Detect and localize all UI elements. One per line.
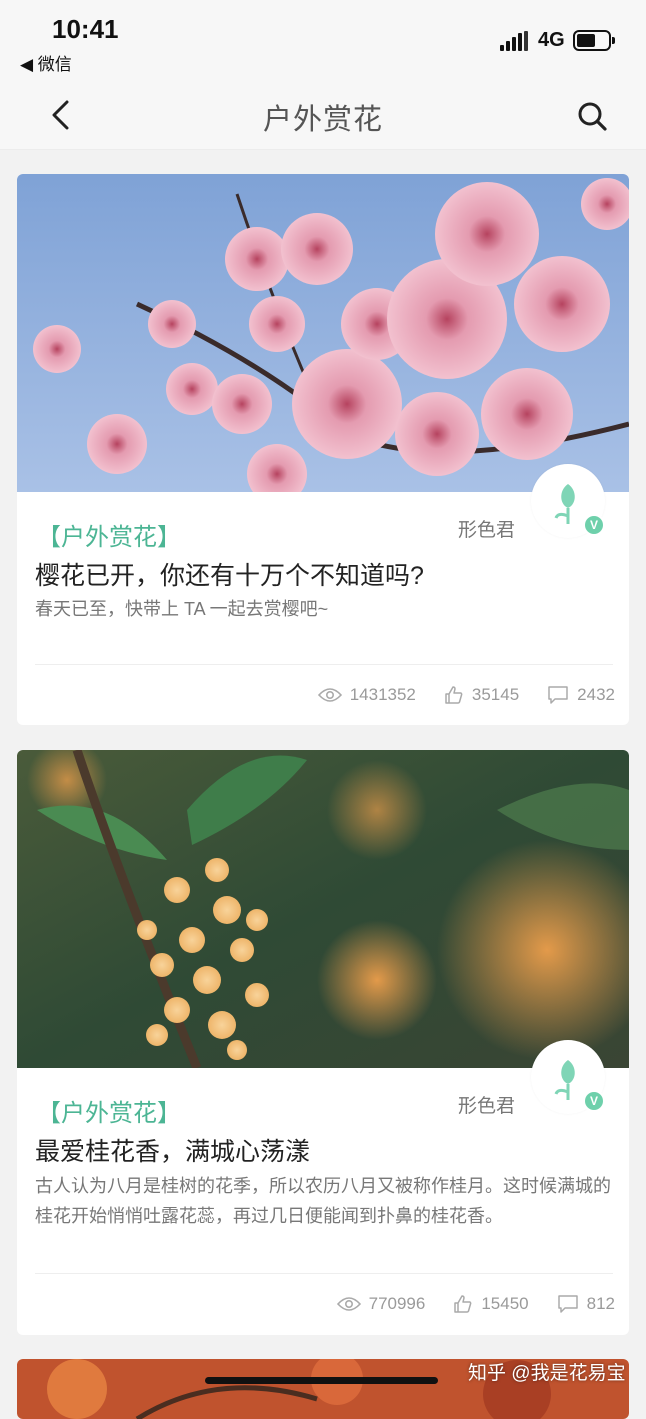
article-description: 古人认为八月是桂树的花季，所以农历八月又被称作桂月。这时候满城的桂花开始悄悄吐露… [35, 1176, 611, 1226]
article-stats: 1431352 35145 2432 [290, 682, 615, 708]
cherry-blossom-cover-image [17, 174, 629, 492]
views-stat: 770996 [336, 1294, 426, 1314]
battery-icon [573, 30, 615, 51]
article-description: 春天已至，快带上 TA 一起去赏樱吧~ [35, 599, 329, 619]
search-icon[interactable] [572, 96, 612, 136]
article-card[interactable]: V 【户外赏花】 形色君 最爱桂花香，满城心荡漾 古人认为八月是桂树的花季，所以… [17, 750, 629, 1335]
article-card[interactable]: V 【户外赏花】 形色君 樱花已开，你还有十万个不知道吗? 春天已至，快带上 T… [17, 174, 629, 725]
comments-count: 812 [586, 1294, 615, 1313]
thumbs-up-icon [454, 1295, 472, 1313]
likes-count: 35145 [471, 685, 520, 704]
author-name[interactable]: 形色君 [458, 515, 515, 542]
category-tag[interactable]: 【户外赏花】 [37, 1093, 181, 1128]
divider [35, 664, 613, 665]
views-stat: 1431352 [317, 685, 416, 705]
views-count: 770996 [368, 1294, 426, 1313]
comments-count: 2432 [577, 685, 615, 704]
status-bar: 10:41 ◀ 微信 4G [0, 0, 646, 84]
verified-badge: V [583, 514, 605, 536]
signal-icon [500, 31, 530, 51]
comment-icon [557, 1295, 578, 1313]
likes-count: 15450 [481, 1294, 529, 1313]
author-name[interactable]: 形色君 [458, 1091, 515, 1118]
comments-stat[interactable]: 2432 [547, 685, 615, 705]
comment-icon [548, 686, 568, 704]
eye-icon [336, 1297, 361, 1311]
status-time: 10:41 [52, 14, 119, 44]
back-to-wechat-link[interactable]: ◀ 微信 [20, 50, 72, 75]
likes-stat[interactable]: 35145 [444, 685, 519, 705]
network-type: 4G [538, 29, 565, 51]
verified-badge: V [583, 1090, 605, 1112]
page-title: 户外赏花 [262, 104, 383, 136]
category-tag[interactable]: 【户外赏花】 [37, 517, 181, 552]
views-count: 1431352 [349, 685, 416, 704]
article-title[interactable]: 最爱桂花香，满城心荡漾 [35, 1132, 310, 1168]
navigation-bar: 户外赏花 [0, 84, 646, 150]
thumbs-up-icon [445, 686, 463, 704]
divider [35, 1273, 613, 1274]
article-stats: 770996 15450 812 [309, 1291, 615, 1317]
likes-stat[interactable]: 15450 [453, 1294, 529, 1314]
comments-stat[interactable]: 812 [557, 1294, 615, 1314]
article-title[interactable]: 樱花已开，你还有十万个不知道吗? [35, 556, 424, 592]
eye-icon [317, 688, 342, 702]
home-indicator[interactable] [205, 1377, 438, 1384]
osmanthus-cover-image [17, 750, 629, 1068]
zhihu-watermark: 知乎 @我是花易宝 [468, 1363, 626, 1384]
